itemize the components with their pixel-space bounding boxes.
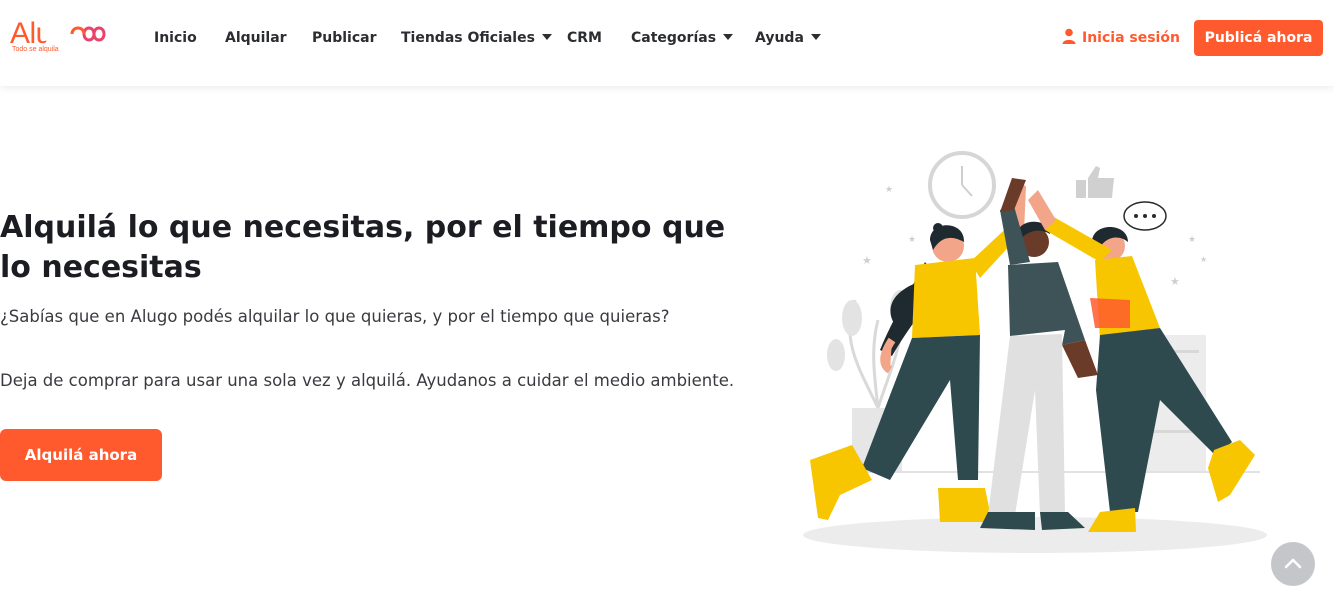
nav-item-alquilar[interactable]: Alquilar	[225, 28, 287, 48]
site-header: Alugo Todo se alquila Inicio Alquilar Pu…	[0, 0, 1334, 86]
login-link[interactable]: Inicia sesión	[1062, 28, 1180, 48]
logo-loop-icon	[70, 26, 106, 42]
svg-text:★: ★	[885, 185, 893, 195]
svg-text:★: ★	[1200, 255, 1207, 264]
nav-label: Ayuda	[755, 30, 804, 46]
nav-label: Alquilar	[225, 30, 287, 46]
login-label: Inicia sesión	[1082, 30, 1180, 46]
nav-item-publicar[interactable]: Publicar	[312, 28, 377, 48]
svg-text:★: ★	[1188, 235, 1196, 245]
chevron-up-icon	[1284, 558, 1302, 569]
nav-item-categorias[interactable]: Categorías	[631, 28, 734, 48]
high-five-illustration: ★ ★ ★ ★ ★ ★	[803, 151, 1267, 553]
caret-down-icon	[810, 34, 821, 40]
hero-subtitle-secondary: Deja de comprar para usar una sola vez y…	[0, 371, 735, 390]
nav-label: Tiendas Oficiales	[401, 30, 535, 46]
user-icon	[1062, 28, 1076, 44]
svg-text:★: ★	[908, 235, 916, 245]
nav-item-tiendas-oficiales[interactable]: Tiendas Oficiales	[401, 28, 552, 48]
hero-title: Alquilá lo que necesitas, por el tiempo …	[0, 210, 726, 285]
nav-label: Inicio	[154, 30, 197, 46]
alugo-logo[interactable]: Alugo Todo se alquila	[10, 17, 106, 61]
nav-item-ayuda[interactable]: Ayuda	[755, 28, 821, 48]
nav-label: Categorías	[631, 30, 717, 46]
publish-now-button[interactable]: Publicá ahora	[1194, 20, 1323, 56]
scroll-to-top-button[interactable]	[1271, 542, 1315, 586]
nav-label: CRM	[567, 30, 602, 46]
nav-label: Publicar	[312, 30, 377, 46]
rent-now-button[interactable]: Alquilá ahora	[0, 429, 162, 481]
caret-down-icon	[541, 34, 552, 40]
nav-item-inicio[interactable]: Inicio	[154, 28, 197, 48]
svg-text:★: ★	[862, 254, 872, 267]
nav-item-crm[interactable]: CRM	[567, 28, 602, 48]
logo-tagline: Todo se alquila	[12, 46, 59, 53]
caret-down-icon	[723, 34, 734, 40]
svg-text:★: ★	[1170, 275, 1180, 288]
hero-subtitle: ¿Sabías que en Alugo podés alquilar lo q…	[0, 307, 670, 326]
